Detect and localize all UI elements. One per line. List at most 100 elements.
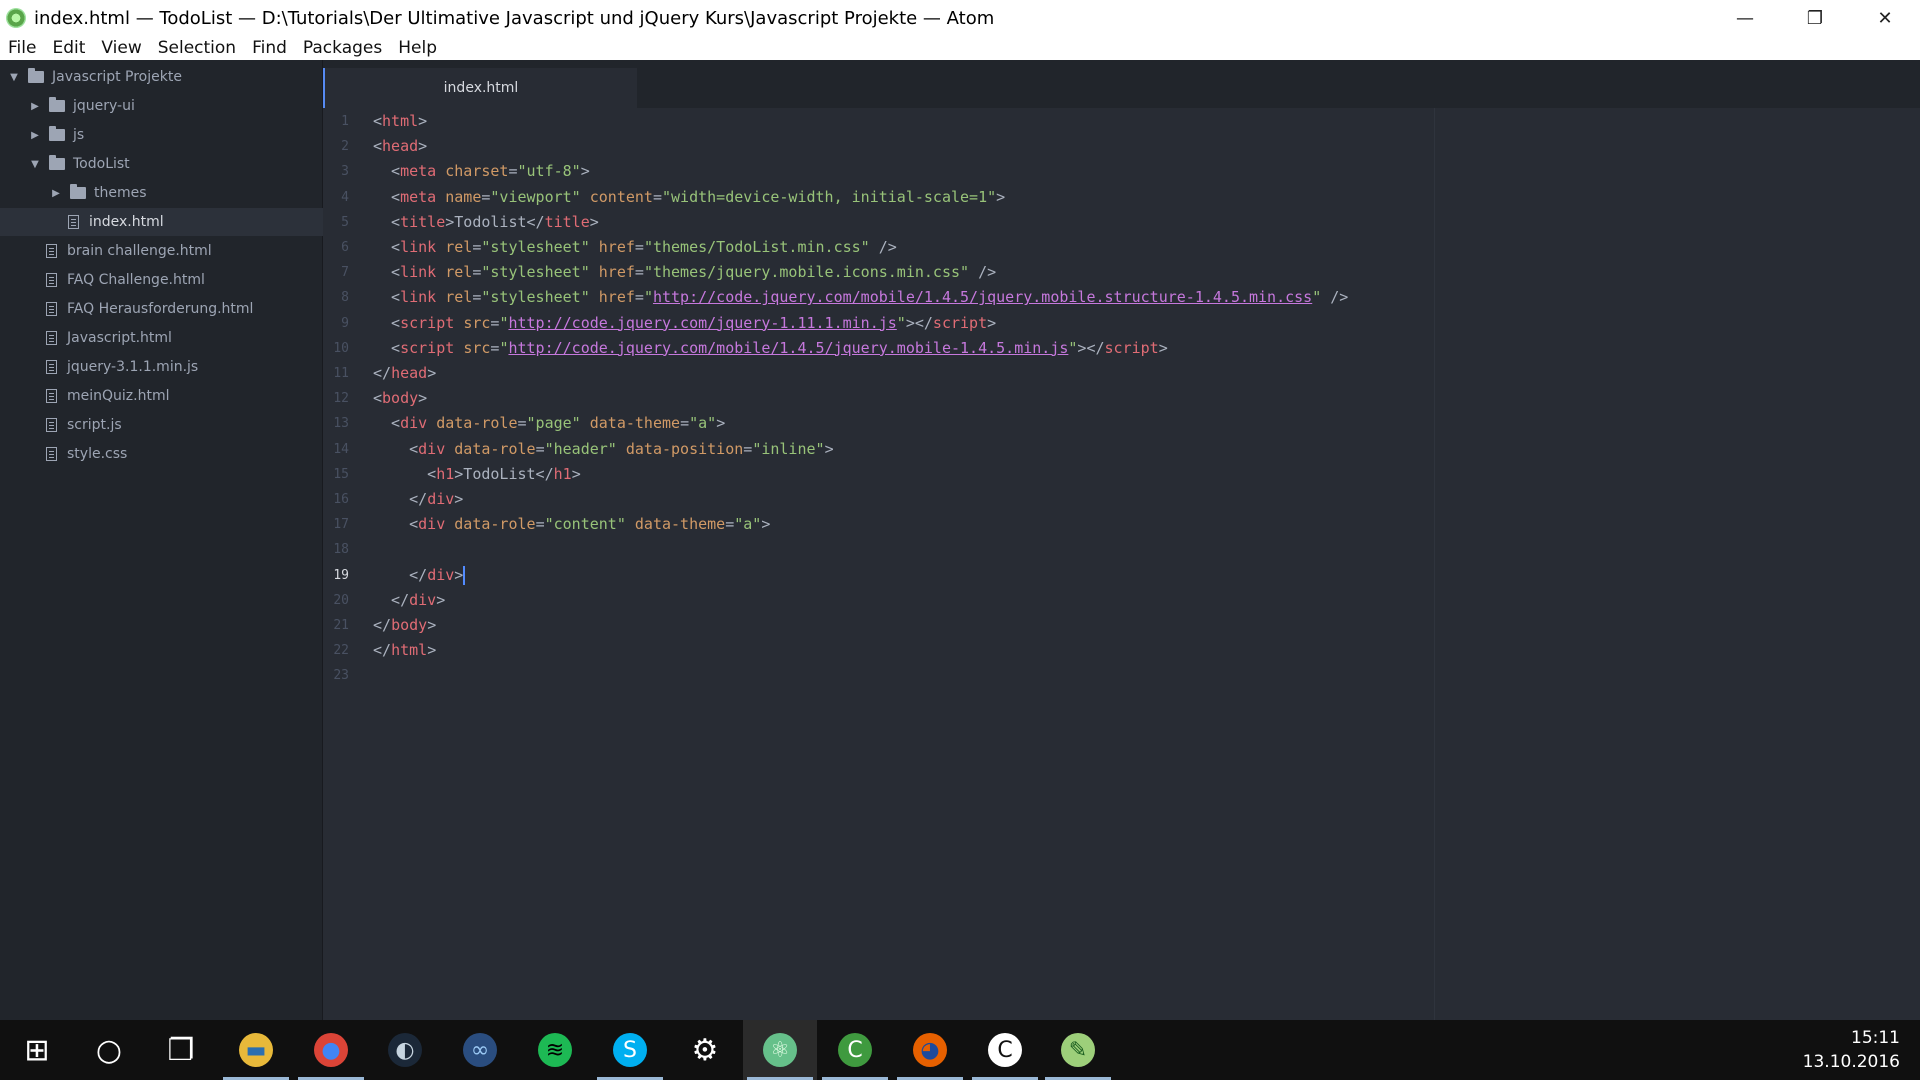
spotify-icon[interactable]: ≋ xyxy=(518,1020,592,1080)
code-line[interactable]: 16 </div> xyxy=(323,487,1920,512)
chrome-icon[interactable]: ● xyxy=(294,1020,368,1080)
code-token: < xyxy=(373,212,401,231)
steam-icon[interactable]: ◐ xyxy=(368,1020,442,1080)
tree-file[interactable]: brain challenge.html xyxy=(0,237,368,265)
code-line[interactable]: 4 <meta name="viewport" content="width=d… xyxy=(323,185,1920,210)
code-token: data-role xyxy=(436,414,518,433)
tree-folder[interactable]: ▶ jquery-ui xyxy=(0,92,351,120)
code-token: "utf-8" xyxy=(517,162,581,181)
menu-view[interactable]: View xyxy=(93,38,149,58)
code-token: "stylesheet" xyxy=(481,288,590,307)
task-view-button[interactable]: ❐ xyxy=(144,1020,218,1080)
code-line[interactable]: 6 <link rel="stylesheet" href="themes/To… xyxy=(323,235,1920,260)
code-line[interactable]: 21 </body> xyxy=(323,613,1920,638)
code-line[interactable]: 2 <head> xyxy=(323,134,1920,159)
code-line[interactable]: 23 xyxy=(323,663,1920,688)
tree-file[interactable]: meinQuiz.html xyxy=(0,382,368,410)
code-line[interactable]: 12 <body> xyxy=(323,386,1920,411)
start-button[interactable]: ⊞ xyxy=(0,1020,74,1080)
start-icon: ⊞ xyxy=(24,1032,50,1068)
code-token: rel xyxy=(445,263,473,282)
code-line[interactable]: 1 <html> xyxy=(323,109,1920,134)
camtasia-green-icon[interactable]: C xyxy=(818,1020,892,1080)
code-token: </ xyxy=(373,364,392,382)
code-line[interactable]: 14 <div data-role="header" data-position… xyxy=(323,437,1920,462)
tree-file[interactable]: jquery-3.1.1.min.js xyxy=(0,353,368,381)
system-clock[interactable]: 15:11 13.10.2016 xyxy=(1803,1026,1900,1074)
code-line[interactable]: 18 xyxy=(323,537,1920,562)
visual-studio-icon[interactable]: ∞ xyxy=(443,1020,517,1080)
code-line[interactable]: 8 <link rel="stylesheet" href="http://co… xyxy=(323,285,1920,310)
tree-folder[interactable]: ▶ themes xyxy=(0,179,372,207)
code-url[interactable]: http://code.jquery.com/mobile/1.4.5/jque… xyxy=(508,339,1068,357)
code-token: body xyxy=(382,389,419,408)
line-number: 10 xyxy=(333,340,349,356)
code-editor[interactable]: 1 <html> 2 <head> 3 <meta charset="utf-8"> 4 … xyxy=(323,108,1920,1020)
menu-find[interactable]: Find xyxy=(244,38,295,58)
code-line[interactable]: 20 </div> xyxy=(323,588,1920,613)
line-number: 18 xyxy=(333,542,349,558)
code-line[interactable]: 9 <script src="http://code.jquery.com/jq… xyxy=(323,311,1920,336)
code-url[interactable]: http://code.jquery.com/mobile/1.4.5/jque… xyxy=(653,288,1312,306)
code-line[interactable]: 19 </div> xyxy=(323,563,1920,588)
code-token: "stylesheet" xyxy=(481,263,590,282)
menu-selection[interactable]: Selection xyxy=(150,38,244,58)
code-token: script xyxy=(400,313,455,332)
code-line[interactable]: 17 <div data-role="content" data-theme="… xyxy=(323,512,1920,537)
code-token: script xyxy=(932,313,988,332)
code-line[interactable]: 22 </html> xyxy=(323,638,1920,663)
camtasia-white-icon[interactable]: C xyxy=(968,1020,1042,1080)
file-explorer-icon[interactable]: ▬ xyxy=(219,1020,293,1080)
code-token: < xyxy=(373,439,419,458)
menu-file[interactable]: File xyxy=(0,38,44,58)
code-line[interactable]: 5 <title>Todolist</title> xyxy=(323,210,1920,235)
file-icon xyxy=(46,418,57,432)
tree-file[interactable]: style.css xyxy=(0,440,368,468)
code-token: div xyxy=(427,490,455,508)
menu-packages[interactable]: Packages xyxy=(295,38,390,58)
visual-studio-icon: ∞ xyxy=(463,1033,497,1067)
line-number: 17 xyxy=(333,517,349,533)
atom-icon[interactable]: ⚛ xyxy=(743,1020,817,1080)
code-line[interactable]: 3 <meta charset="utf-8"> xyxy=(323,159,1920,184)
tree-folder[interactable]: ▼ TodoList xyxy=(0,150,351,178)
code-line[interactable]: 10 <script src="http://code.jquery.com/m… xyxy=(323,336,1920,361)
restore-button[interactable]: ❐ xyxy=(1780,0,1850,36)
code-token: = xyxy=(725,515,735,534)
tree-root-folder[interactable]: ▼ Javascript Projekte xyxy=(0,63,330,91)
code-token: ></ xyxy=(905,313,933,332)
minimize-button[interactable]: — xyxy=(1710,0,1780,36)
notepad-icon[interactable]: ✎ xyxy=(1041,1020,1115,1080)
line-number: 13 xyxy=(333,416,349,432)
settings-icon[interactable]: ⚙ xyxy=(668,1020,742,1080)
code-token: "a" xyxy=(689,414,717,433)
tree-file[interactable]: script.js xyxy=(0,411,368,439)
code-text: <html> xyxy=(373,109,427,134)
close-button[interactable]: ✕ xyxy=(1850,0,1920,36)
tree-item-label: themes xyxy=(94,185,147,201)
menu-help[interactable]: Help xyxy=(390,38,445,58)
code-url[interactable]: http://code.jquery.com/jquery-1.11.1.min… xyxy=(508,314,896,332)
code-line[interactable]: 7 <link rel="stylesheet" href="themes/jq… xyxy=(323,260,1920,285)
tree-file[interactable]: Javascript.html xyxy=(0,324,368,352)
code-text: <div data-role="page" data-theme="a"> xyxy=(373,411,725,436)
window-title: index.html — TodoList — D:\Tutorials\Der… xyxy=(34,7,995,29)
tree-file[interactable]: FAQ Challenge.html xyxy=(0,266,368,294)
tree-folder[interactable]: ▶ js xyxy=(0,121,351,149)
code-token: > xyxy=(580,162,590,181)
tab-index-html[interactable]: index.html xyxy=(323,68,637,108)
code-line[interactable]: 11 </head> xyxy=(323,361,1920,386)
menu-edit[interactable]: Edit xyxy=(44,38,93,58)
code-line[interactable]: 13 <div data-role="page" data-theme="a"> xyxy=(323,411,1920,436)
skype-icon[interactable]: S xyxy=(593,1020,667,1080)
cortana-button[interactable]: ○ xyxy=(72,1020,146,1080)
code-line[interactable]: 15 <h1>TodoList</h1> xyxy=(323,462,1920,487)
tree-file[interactable]: FAQ Herausforderung.html xyxy=(0,295,368,323)
code-token: = xyxy=(743,439,753,458)
clock-date: 13.10.2016 xyxy=(1802,1052,1900,1072)
firefox-icon[interactable]: ◕ xyxy=(893,1020,967,1080)
windows-taskbar: 15:11 13.10.2016 ⊞ ○ ❐ ▬ ● ◐ ∞ ≋ S ⚙ ⚛ C ◕ C ✎ xyxy=(0,1020,1920,1080)
code-token: data-role xyxy=(454,439,536,458)
